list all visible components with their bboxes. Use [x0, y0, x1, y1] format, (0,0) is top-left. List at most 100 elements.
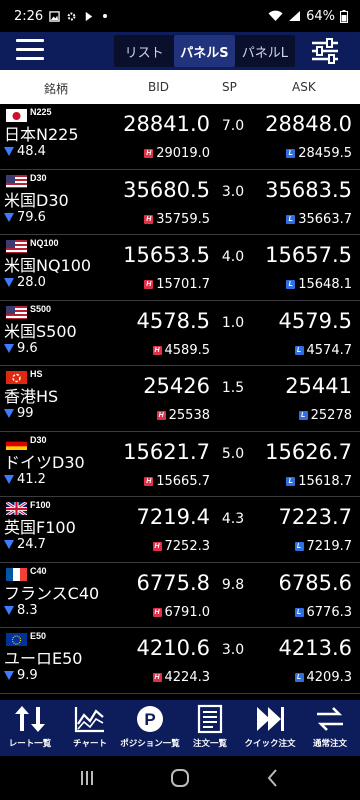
- low-value: 28459.5: [298, 146, 352, 161]
- quick-order-icon: [257, 707, 284, 731]
- status-time: 2:26: [14, 8, 44, 24]
- play-icon: [85, 11, 93, 21]
- change-down: 24.7: [4, 537, 46, 552]
- bid-price[interactable]: 7219.4: [137, 505, 210, 529]
- high-badge-icon: H: [156, 411, 166, 420]
- change-down: 9.9: [4, 668, 38, 683]
- nav-order-list[interactable]: 注文一覧: [180, 700, 240, 756]
- high-value: 4224.3: [164, 670, 211, 685]
- bid-price[interactable]: 6775.8: [137, 571, 210, 595]
- bid-price[interactable]: 25426: [143, 374, 210, 398]
- nav-label: クイック注文: [244, 739, 296, 749]
- col-ask: ASK: [292, 80, 316, 94]
- high-price: H 25538: [156, 408, 210, 423]
- instrument-row[interactable]: NQ100 米国NQ100 28.0 15653.5 4.0 15657.5 H…: [0, 235, 360, 301]
- instrument-row[interactable]: D30 ドイツD30 41.2 15621.7 5.0 15626.7 H 156…: [0, 431, 360, 497]
- nav-rate-list[interactable]: レート一覧: [0, 700, 60, 756]
- bid-price[interactable]: 4210.6: [137, 636, 210, 660]
- france-flag-icon: [6, 567, 27, 581]
- spread: 3.0: [221, 642, 245, 658]
- change-down: 41.2: [4, 472, 46, 487]
- col-sp: SP: [222, 80, 237, 94]
- low-price: L 15618.7: [286, 474, 352, 489]
- ask-price[interactable]: 35683.5: [265, 178, 352, 202]
- bid-price[interactable]: 28841.0: [123, 112, 210, 136]
- nav-label: 注文一覧: [192, 739, 227, 749]
- back-icon[interactable]: [262, 767, 284, 789]
- status-bar: 2:26 64%: [0, 0, 360, 32]
- signal-icon: [289, 11, 301, 21]
- instrument-row[interactable]: D30 米国D30 79.6 35680.5 3.0 35683.5 H 3575…: [0, 169, 360, 235]
- nav-normal-order[interactable]: 通常注文: [300, 700, 360, 756]
- low-badge-icon: L: [286, 149, 296, 158]
- sliders-settings-icon[interactable]: [309, 36, 341, 66]
- ask-price[interactable]: 7223.7: [279, 505, 352, 529]
- change-value: 28.0: [17, 275, 46, 290]
- ask-price[interactable]: 25441: [285, 374, 352, 398]
- usa-flag-icon: [6, 174, 27, 188]
- low-value: 25278: [310, 408, 352, 423]
- tab-list[interactable]: リスト: [114, 35, 174, 67]
- ask-price[interactable]: 4213.6: [279, 636, 352, 660]
- spread: 7.0: [221, 118, 245, 134]
- down-triangle-icon: [4, 540, 14, 549]
- bid-price[interactable]: 35680.5: [123, 178, 210, 202]
- high-badge-icon: H: [152, 542, 162, 551]
- tab-panel-s[interactable]: パネルS: [174, 35, 235, 67]
- down-triangle-icon: [4, 409, 14, 418]
- low-value: 6776.3: [306, 604, 353, 620]
- spread: 5.0: [221, 445, 245, 462]
- low-price: L 35663.7: [286, 212, 352, 227]
- bid-price[interactable]: 15621.7: [123, 440, 210, 464]
- nav-chart[interactable]: チャート: [60, 700, 120, 756]
- usa-flag-icon: [6, 305, 27, 319]
- high-badge-icon: H: [152, 673, 162, 682]
- nav-label: 通常注文: [312, 739, 347, 749]
- high-price: H 6791.0: [152, 605, 210, 620]
- low-price: L 4574.7: [294, 343, 352, 358]
- change-value: 9.6: [17, 340, 38, 356]
- change-value: 99: [17, 406, 34, 421]
- ask-price[interactable]: 15626.7: [265, 440, 352, 464]
- change-value: 41.2: [17, 471, 46, 487]
- ask-price[interactable]: 15657.5: [265, 243, 352, 267]
- instrument-code: HS: [30, 369, 43, 379]
- ask-price[interactable]: 6785.6: [279, 571, 352, 595]
- notification-dot: [103, 14, 108, 18]
- wifi-icon: [268, 10, 283, 21]
- recent-apps-icon[interactable]: [76, 767, 98, 789]
- low-value: 7219.7: [306, 539, 353, 554]
- bid-price[interactable]: 15653.5: [123, 243, 210, 267]
- low-price: L 7219.7: [294, 539, 353, 554]
- instrument-row[interactable]: C40 フランスC40 8.3 6775.8 9.8 6785.6 H 6791.…: [0, 562, 360, 628]
- ask-price[interactable]: 28848.0: [265, 112, 352, 136]
- nav-quick-order[interactable]: クイック注文: [240, 700, 300, 756]
- home-icon[interactable]: [169, 767, 191, 789]
- nav-label: チャート: [73, 739, 107, 749]
- instrument-name: 英国F100: [4, 518, 76, 537]
- sort-arrows-icon: [15, 706, 45, 732]
- instrument-row[interactable]: N225 日本N225 48.4 28841.0 7.0 28848.0 H 29…: [0, 104, 360, 170]
- settings-status-icon: [67, 12, 76, 20]
- high-value: 15701.7: [156, 277, 210, 292]
- low-price: L 15648.1: [286, 277, 352, 292]
- instrument-row[interactable]: E50 ユーロE50 9.9 4210.6 3.0 4213.6 H 4224.3…: [0, 628, 360, 694]
- instrument-row[interactable]: HS 香港HS 99 25426 1.5 25441 H 25538 L 25278: [0, 366, 360, 432]
- chart-icon: [74, 707, 104, 733]
- instrument-name: 米国D30: [4, 190, 69, 210]
- spread: 3.0: [221, 183, 245, 200]
- high-value: 25538: [168, 408, 210, 423]
- low-badge-icon: L: [294, 345, 304, 355]
- change-down: 8.3: [4, 603, 38, 618]
- instrument-code: D30: [30, 172, 47, 183]
- ask-price[interactable]: 4579.5: [279, 309, 352, 333]
- nav-position-list[interactable]: P ポジション一覧: [120, 700, 180, 756]
- high-price: H 4589.5: [152, 342, 211, 358]
- hamburger-menu-icon[interactable]: [16, 39, 44, 63]
- bid-price[interactable]: 4578.5: [137, 309, 210, 333]
- high-value: 4589.5: [164, 342, 211, 358]
- instrument-row[interactable]: S500 米国S500 9.6 4578.5 1.0 4579.5 H 4589.…: [0, 300, 360, 366]
- instrument-row[interactable]: F100 英国F100 24.7 7219.4 4.3 7223.7 H 7252…: [0, 497, 360, 563]
- tab-panel-l[interactable]: パネルL: [235, 35, 295, 67]
- change-value: 48.4: [17, 144, 46, 159]
